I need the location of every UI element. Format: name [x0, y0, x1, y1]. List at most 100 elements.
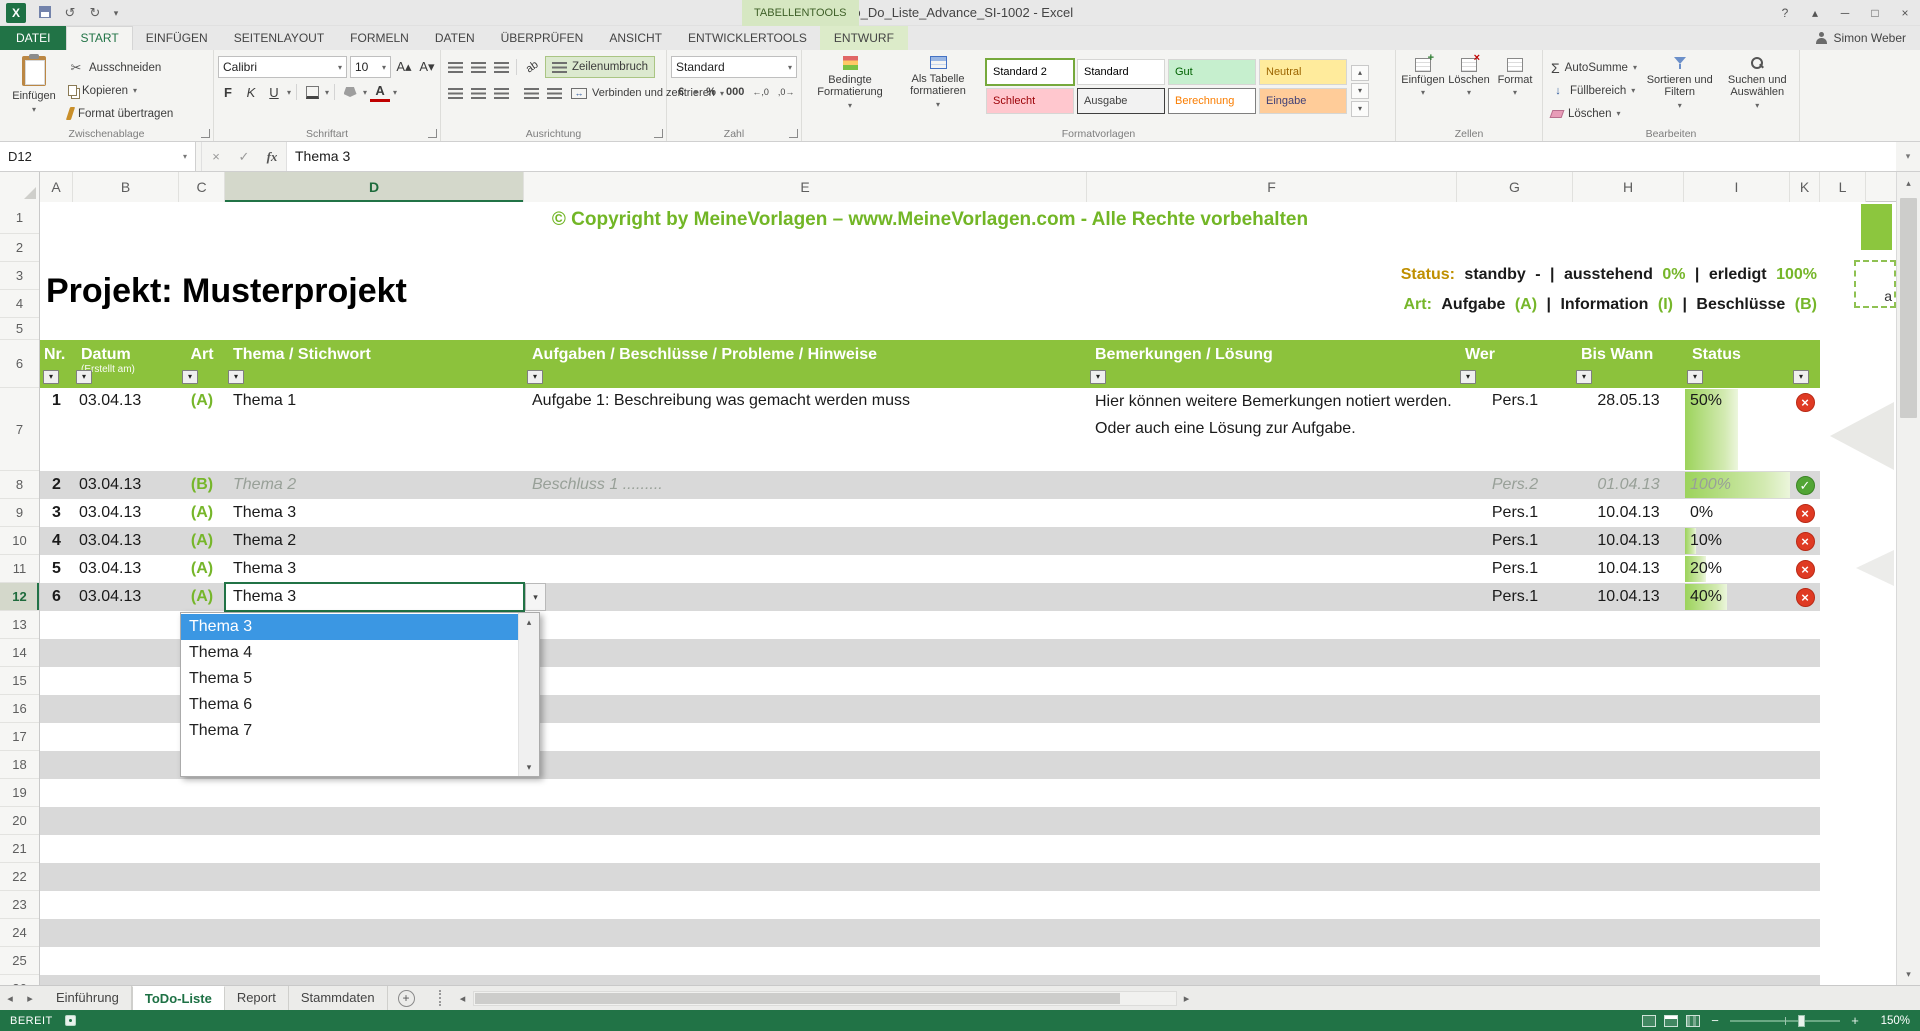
format-cells-button[interactable]: Format ▾: [1492, 53, 1538, 125]
header-icons[interactable]: ▾: [1790, 340, 1820, 388]
ribbon-tab-ansicht[interactable]: ANSICHT: [596, 26, 675, 50]
ribbon-tab-start[interactable]: START: [66, 26, 132, 50]
sheet-tab-todo-liste[interactable]: ToDo-Liste: [132, 986, 225, 1011]
close-icon[interactable]: ×: [1890, 0, 1920, 26]
italic-button[interactable]: K: [241, 82, 261, 102]
align-left-button[interactable]: [445, 83, 465, 103]
select-all-corner[interactable]: [0, 172, 40, 202]
scroll-down-icon[interactable]: ▾: [1897, 963, 1920, 985]
column-header-K[interactable]: K: [1790, 172, 1820, 202]
sheet-nav-left-icon[interactable]: ◂: [0, 992, 20, 1005]
cell-bis-5[interactable]: 10.04.13: [1573, 555, 1684, 583]
scroll-left-icon[interactable]: ◂: [453, 992, 473, 1005]
cell-datum-3[interactable]: 03.04.13: [73, 499, 179, 527]
sheet-nav-right-icon[interactable]: ▸: [20, 992, 40, 1005]
cell-icon-3[interactable]: ×: [1790, 499, 1820, 527]
cell-nr-6[interactable]: 6: [40, 583, 73, 611]
insert-function-icon[interactable]: fx: [258, 142, 286, 171]
cell-style-standard[interactable]: Standard: [1077, 59, 1165, 85]
dropdown-option-5[interactable]: Thema 7: [181, 718, 518, 744]
font-family-select[interactable]: Calibri▾: [218, 56, 347, 78]
scrollbar-track[interactable]: [473, 991, 1177, 1006]
row-header-22[interactable]: 22: [0, 863, 39, 891]
decrease-indent-button[interactable]: [521, 83, 541, 103]
dialog-launcher-icon[interactable]: [654, 129, 663, 138]
column-header-F[interactable]: F: [1087, 172, 1457, 202]
header-status[interactable]: Status▾: [1684, 340, 1790, 388]
filter-icon[interactable]: ▾: [1090, 370, 1106, 384]
zoom-in-icon[interactable]: +: [1848, 1013, 1862, 1028]
page-break-view-icon[interactable]: [1686, 1015, 1700, 1027]
dialog-launcher-icon[interactable]: [201, 129, 210, 138]
cell-thema-2[interactable]: Thema 2: [225, 471, 524, 499]
formula-bar-expand-icon[interactable]: ▾: [1896, 142, 1920, 171]
cell-status-6[interactable]: 40%: [1684, 583, 1790, 611]
find-select-button[interactable]: Suchen und Auswählen ▾: [1718, 53, 1796, 125]
row-header-17[interactable]: 17: [0, 723, 39, 751]
cell-thema-3[interactable]: Thema 3: [225, 499, 524, 527]
bold-button[interactable]: F: [218, 82, 238, 102]
align-right-button[interactable]: [491, 83, 511, 103]
cell-nr-1[interactable]: 1: [40, 388, 73, 471]
formula-input[interactable]: Thema 3: [286, 142, 1896, 171]
cell-datum-2[interactable]: 03.04.13: [73, 471, 179, 499]
cell-style-neutral[interactable]: Neutral: [1259, 59, 1347, 85]
cell-aufgaben-1[interactable]: Aufgabe 1: Beschreibung was gemacht werd…: [524, 388, 1087, 471]
column-header-A[interactable]: A: [40, 172, 73, 202]
cell-wer-6[interactable]: Pers.1: [1457, 583, 1573, 611]
filter-icon[interactable]: ▾: [182, 370, 198, 384]
cell-nr-4[interactable]: 4: [40, 527, 73, 555]
gallery-down-icon[interactable]: ▾: [1351, 83, 1369, 99]
filter-icon[interactable]: ▾: [228, 370, 244, 384]
cell-datum-1[interactable]: 03.04.13: [73, 388, 179, 471]
sheet-tab-einführung[interactable]: Einführung: [44, 986, 132, 1011]
font-size-select[interactable]: 10▾: [350, 56, 391, 78]
cell-status-2[interactable]: 100%: [1684, 471, 1790, 499]
row-header-25[interactable]: 25: [0, 947, 39, 975]
cell-icon-2[interactable]: ✓: [1790, 471, 1820, 499]
ribbon-tab-entwicklertools[interactable]: ENTWICKLERTOOLS: [675, 26, 820, 50]
user-account[interactable]: Simon Weber: [1815, 26, 1920, 50]
cell-thema-6[interactable]: Thema 3: [225, 583, 524, 611]
row-header-7[interactable]: 7: [0, 388, 39, 471]
sort-filter-button[interactable]: Sortieren und Filtern ▾: [1641, 53, 1719, 125]
row-header-6[interactable]: 6: [0, 340, 39, 388]
header-art[interactable]: Art▾: [179, 340, 225, 388]
cell-art-3[interactable]: (A): [179, 499, 225, 527]
scroll-up-icon[interactable]: ▴: [519, 613, 539, 631]
filter-icon[interactable]: ▾: [1460, 370, 1476, 384]
cell-datum-4[interactable]: 03.04.13: [73, 527, 179, 555]
undo-icon[interactable]: ↺: [59, 0, 81, 26]
filter-icon[interactable]: ▾: [76, 370, 92, 384]
chevron-down-icon[interactable]: ▾: [694, 88, 698, 97]
row-header-12[interactable]: 12: [0, 583, 39, 611]
cell-style-schlecht[interactable]: Schlecht: [986, 88, 1074, 114]
row-header-3[interactable]: 3: [0, 262, 39, 290]
column-header-G[interactable]: G: [1457, 172, 1573, 202]
cell-bis-2[interactable]: 01.04.13: [1573, 471, 1684, 499]
paste-button[interactable]: Einfügen ▾: [4, 53, 64, 125]
conditional-formatting-button[interactable]: Bedingte Formatierung ▾: [806, 53, 894, 125]
header-thema[interactable]: Thema / Stichwort▾: [225, 340, 524, 388]
header-bis-wann[interactable]: Bis Wann▾: [1573, 340, 1684, 388]
fill-button[interactable]: ↓Füllbereich▾: [1547, 80, 1641, 101]
cell-style-eingabe[interactable]: Eingabe: [1259, 88, 1347, 114]
save-icon[interactable]: [34, 0, 56, 27]
maximize-icon[interactable]: □: [1860, 0, 1890, 26]
dropdown-option-4[interactable]: Thema 6: [181, 692, 518, 718]
chevron-down-icon[interactable]: ▾: [363, 88, 367, 97]
increase-indent-button[interactable]: [544, 83, 564, 103]
underline-button[interactable]: U: [264, 82, 284, 102]
align-top-button[interactable]: [445, 57, 465, 77]
horizontal-scrollbar[interactable]: ◂ ▸: [453, 991, 1197, 1006]
ribbon-tab-datei[interactable]: DATEI: [0, 26, 66, 50]
cell-status-3[interactable]: 0%: [1684, 499, 1790, 527]
chevron-down-icon[interactable]: ▾: [393, 88, 397, 97]
sheet-tab-report[interactable]: Report: [225, 986, 289, 1011]
cell-style-gut[interactable]: Gut: [1168, 59, 1256, 85]
column-header-L[interactable]: L: [1820, 172, 1866, 202]
cell-bis-4[interactable]: 10.04.13: [1573, 527, 1684, 555]
fill-color-button[interactable]: [340, 82, 360, 102]
cell-bis-3[interactable]: 10.04.13: [1573, 499, 1684, 527]
chevron-down-icon[interactable]: ▾: [183, 152, 187, 161]
